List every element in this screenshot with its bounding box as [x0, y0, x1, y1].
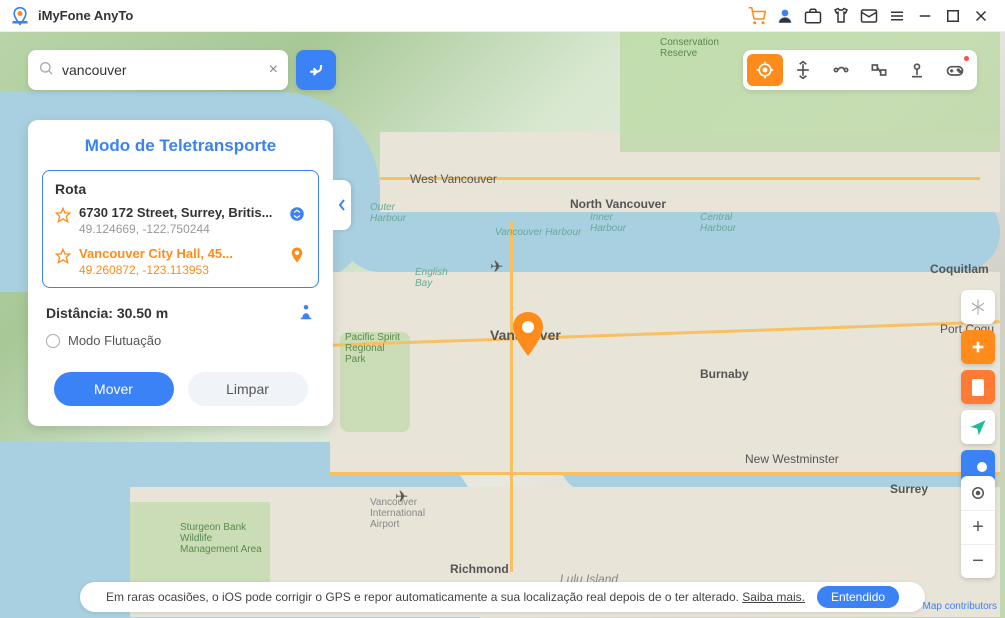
- close-button[interactable]: [967, 2, 995, 30]
- two-spot-mode-button[interactable]: [823, 54, 859, 86]
- map-label: Outer Harbour: [370, 202, 420, 224]
- clear-button[interactable]: Limpar: [188, 372, 308, 406]
- person-pin-icon[interactable]: [297, 302, 315, 323]
- jump-mode-button[interactable]: [785, 54, 821, 86]
- map-label: Vancouver International Airport: [370, 497, 450, 530]
- map-label: Surrey: [890, 482, 928, 496]
- star-icon[interactable]: [55, 248, 71, 269]
- joystick-mode-button[interactable]: [899, 54, 935, 86]
- search-icon: [38, 60, 54, 81]
- side-tools: [961, 290, 995, 484]
- map-label: Pacific Spirit Regional Park: [345, 332, 405, 365]
- move-button[interactable]: Mover: [54, 372, 174, 406]
- origin-coords: 49.124669, -122.750244: [79, 222, 280, 236]
- panel-title: Modo de Teletransporte: [42, 136, 319, 156]
- map-label: North Vancouver: [570, 197, 666, 211]
- map-label: Central Harbour: [700, 212, 750, 234]
- search-row: ×: [28, 50, 336, 90]
- maximize-button[interactable]: [939, 2, 967, 30]
- multi-spot-mode-button[interactable]: [861, 54, 897, 86]
- dest-coords: 49.260872, -123.113953: [79, 263, 280, 277]
- collapse-panel-button[interactable]: [333, 180, 351, 230]
- map-label: Richmond: [450, 562, 509, 576]
- zoom-out-button[interactable]: −: [961, 544, 995, 578]
- teleport-mode-button[interactable]: [747, 54, 783, 86]
- route-box: Rota 6730 172 Street, Surrey, Britis... …: [42, 170, 319, 288]
- info-banner: Em raras ocasiões, o iOS pode corrigir o…: [80, 582, 925, 612]
- map-label: Sturgeon Bank Wildlife Management Area: [180, 522, 270, 555]
- button-row: Mover Limpar: [42, 372, 319, 406]
- tshirt-icon[interactable]: [827, 2, 855, 30]
- location-pin-icon: [288, 246, 306, 269]
- map-label: New Westminster: [745, 452, 839, 466]
- route-origin: 6730 172 Street, Surrey, Britis... 49.12…: [55, 205, 306, 236]
- zoom-controls: + −: [961, 476, 995, 578]
- origin-address: 6730 172 Street, Surrey, Britis...: [79, 205, 280, 220]
- search-go-button[interactable]: [296, 50, 336, 90]
- gamepad-mode-button[interactable]: [937, 54, 973, 86]
- map-label: Vancouver Harbour: [495, 227, 581, 238]
- float-mode-option[interactable]: Modo Flutuação: [42, 333, 319, 348]
- cart-icon[interactable]: [743, 2, 771, 30]
- map-label: Burnaby: [700, 367, 749, 381]
- teleport-panel: Modo de Teletransporte Rota 6730 172 Str…: [28, 120, 333, 426]
- map-label: Inner Harbour: [590, 212, 640, 234]
- mode-toolbar: [743, 50, 977, 90]
- user-icon[interactable]: [771, 2, 799, 30]
- radio-icon: [46, 334, 60, 348]
- titlebar: iMyFone AnyTo: [0, 0, 1005, 32]
- footer-text: Em raras ocasiões, o iOS pode corrigir o…: [106, 590, 739, 604]
- distance-row: Distância: 30.50 m: [42, 302, 319, 323]
- map-pin-icon: [510, 312, 546, 361]
- map-attribution: Map contributors: [923, 601, 997, 612]
- snowflake-button[interactable]: [961, 290, 995, 324]
- send-location-button[interactable]: [961, 410, 995, 444]
- map-label: Coquitlam: [930, 262, 989, 276]
- locate-button[interactable]: [961, 476, 995, 510]
- clear-search-icon[interactable]: ×: [269, 61, 278, 79]
- star-icon[interactable]: [55, 207, 71, 228]
- app-logo-icon: [10, 6, 30, 26]
- app-title: iMyFone AnyTo: [38, 8, 133, 23]
- search-input[interactable]: [62, 62, 269, 78]
- swap-icon[interactable]: [288, 205, 306, 228]
- add-favorite-button[interactable]: [961, 330, 995, 364]
- dismiss-banner-button[interactable]: Entendido: [817, 586, 899, 608]
- dest-address: Vancouver City Hall, 45...: [79, 246, 280, 261]
- route-destination: Vancouver City Hall, 45... 49.260872, -1…: [55, 246, 306, 277]
- zoom-in-button[interactable]: +: [961, 510, 995, 544]
- map-label: English Bay: [415, 267, 465, 289]
- search-box: ×: [28, 50, 288, 90]
- route-label: Rota: [55, 181, 306, 197]
- map-label: Conservation Reserve: [660, 37, 740, 59]
- menu-icon[interactable]: [883, 2, 911, 30]
- airport-icon: ✈: [395, 487, 408, 507]
- minimize-button[interactable]: [911, 2, 939, 30]
- learn-more-link[interactable]: Saiba mais.: [742, 590, 805, 604]
- map-label: West Vancouver: [410, 172, 497, 186]
- mail-icon[interactable]: [855, 2, 883, 30]
- airport-icon: ✈: [490, 257, 503, 277]
- briefcase-icon[interactable]: [799, 2, 827, 30]
- battery-button[interactable]: [961, 370, 995, 404]
- float-label: Modo Flutuação: [68, 333, 161, 348]
